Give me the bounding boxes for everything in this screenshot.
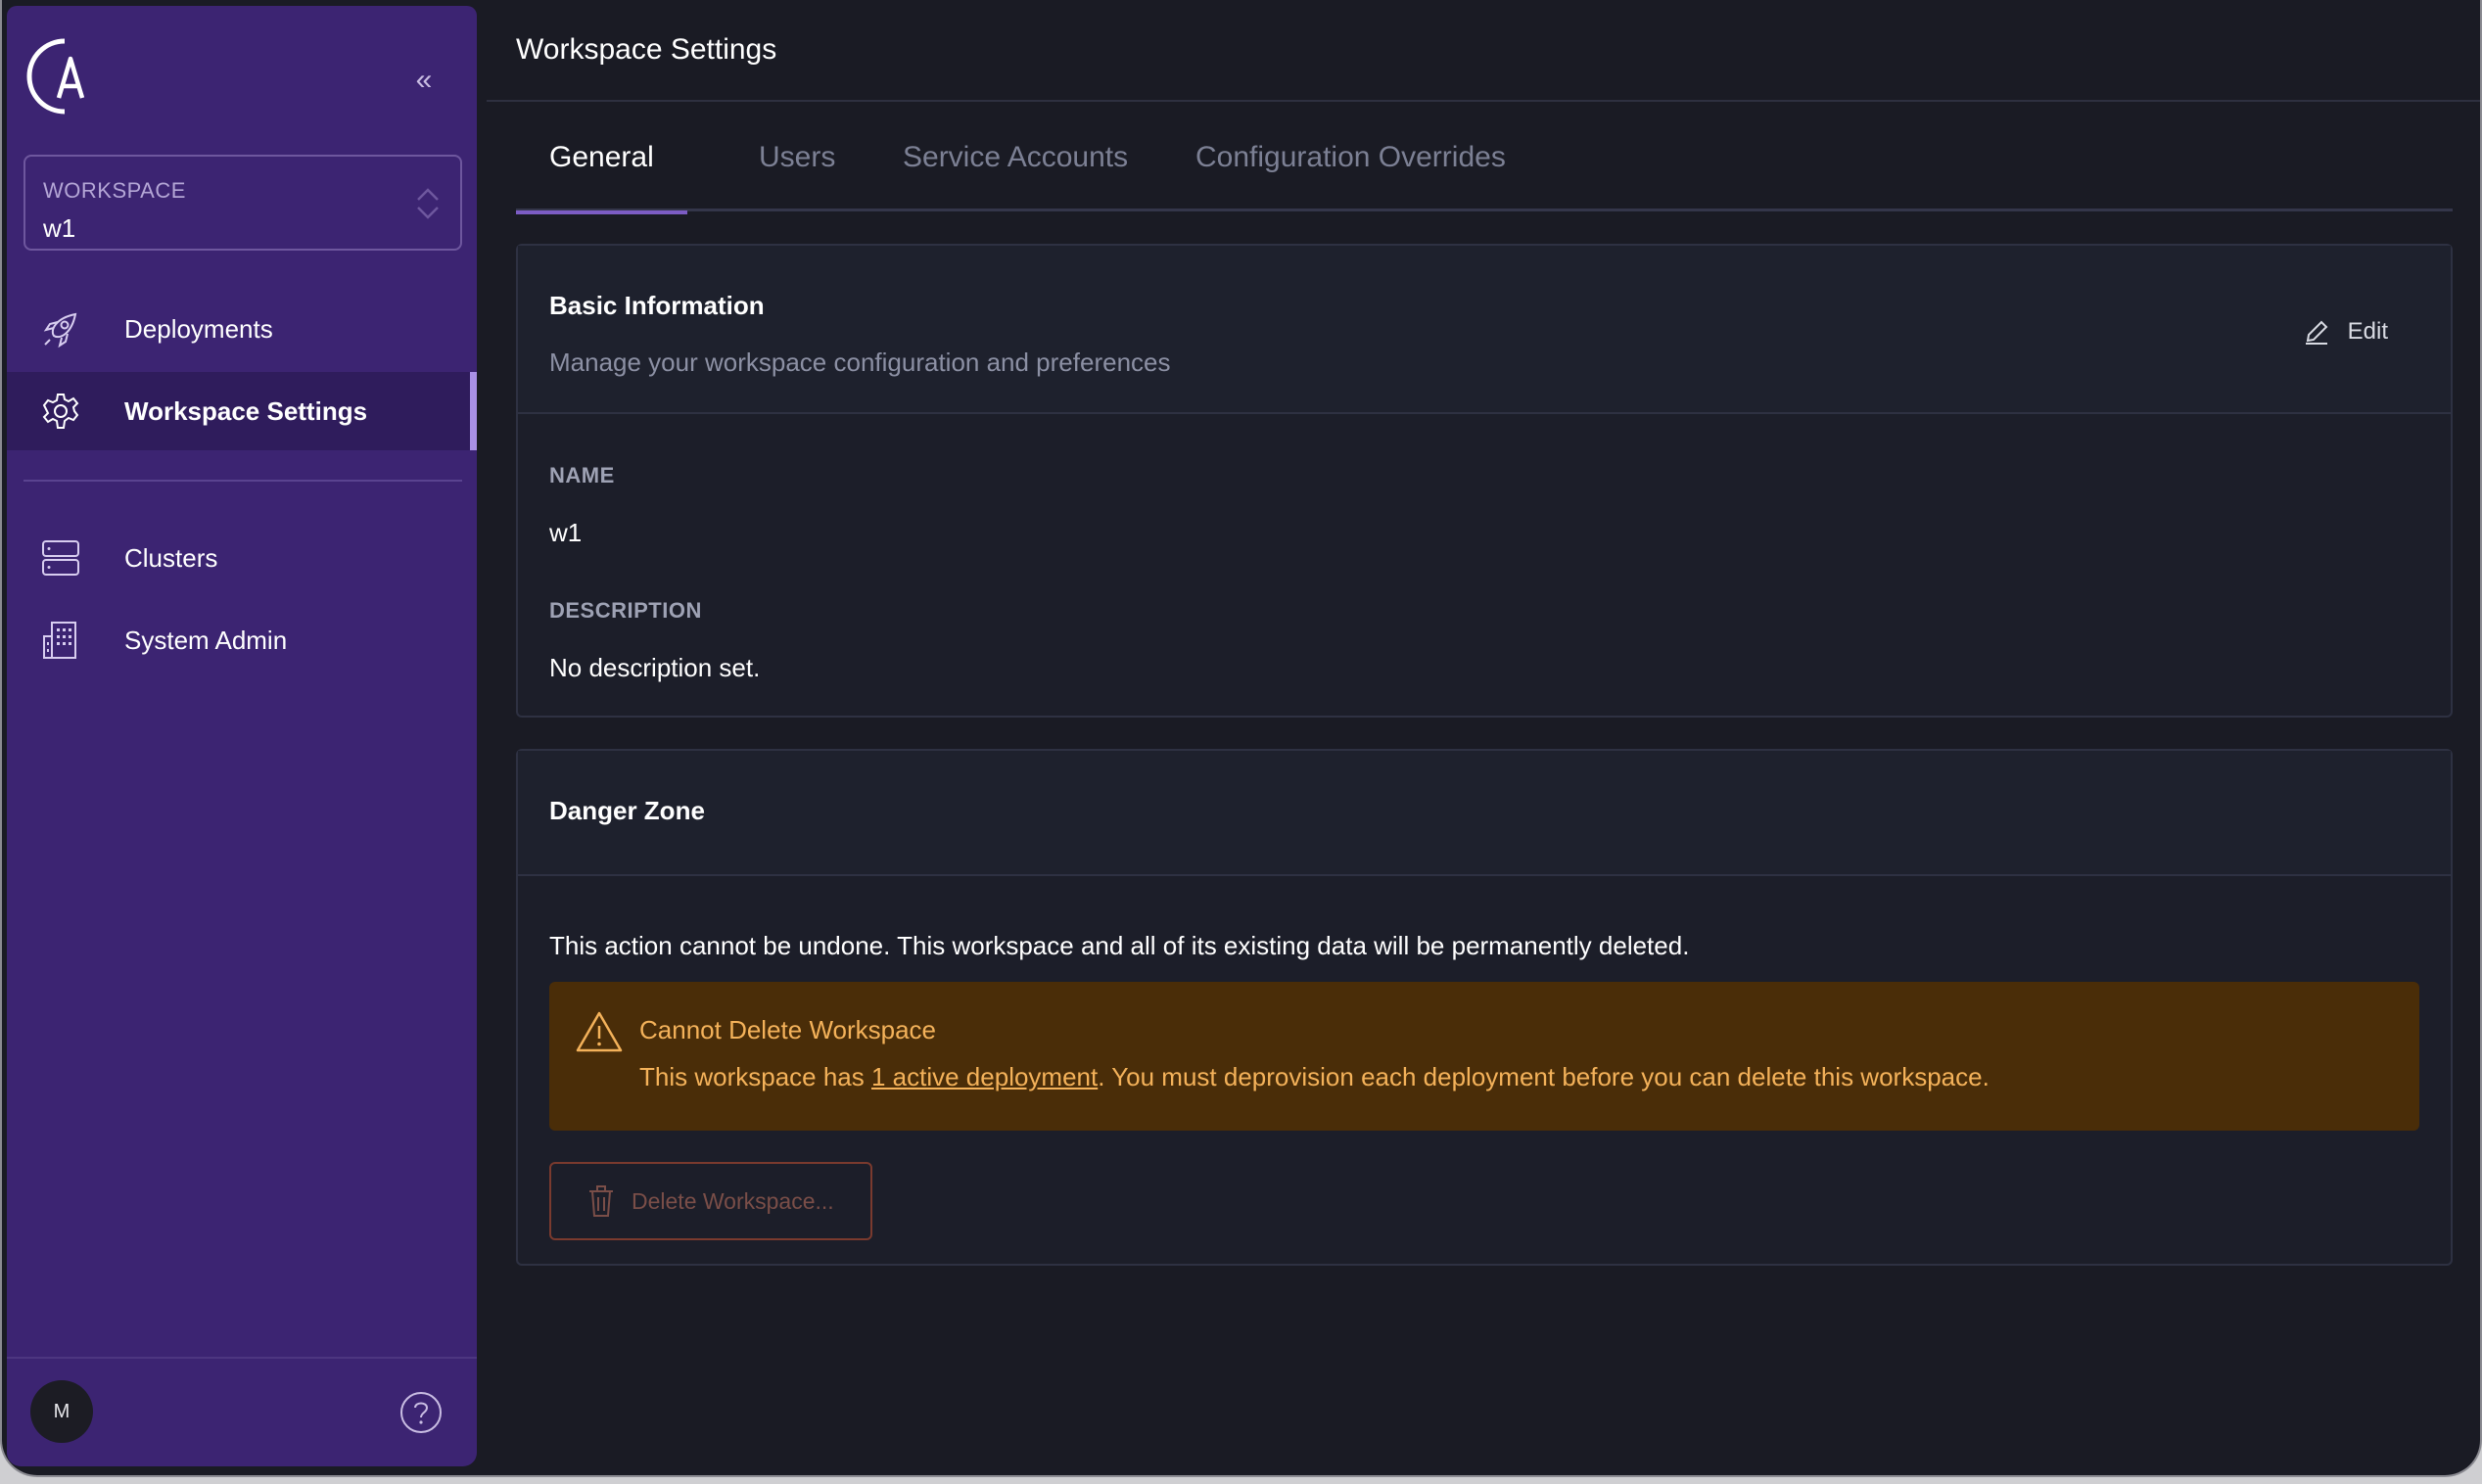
- sidebar-item-label: Clusters: [124, 542, 218, 573]
- gear-icon: [42, 394, 79, 429]
- card-header: Danger Zone: [518, 751, 2451, 876]
- help-icon[interactable]: [398, 1390, 444, 1435]
- edit-button[interactable]: Edit: [2303, 312, 2388, 351]
- tab-general[interactable]: General: [516, 137, 687, 214]
- tab-users[interactable]: Users: [759, 137, 835, 211]
- active-deployment-link[interactable]: 1 active deployment: [871, 1062, 1098, 1091]
- pencil-icon: [2305, 320, 2328, 345]
- cannot-delete-alert: Cannot Delete Workspace This workspace h…: [549, 982, 2419, 1131]
- danger-zone-card: Danger Zone This action cannot be undone…: [516, 749, 2453, 1266]
- sidebar-item-label: Deployments: [124, 313, 273, 344]
- alert-title: Cannot Delete Workspace: [639, 1015, 937, 1044]
- collapse-sidebar-icon[interactable]: «: [404, 61, 444, 100]
- tab-service-accounts[interactable]: Service Accounts: [903, 137, 1128, 211]
- basic-information-card: Basic Information Manage your workspace …: [516, 244, 2453, 718]
- edit-label: Edit: [2347, 318, 2388, 345]
- alert-prefix: This workspace has: [639, 1062, 871, 1091]
- workspace-selector[interactable]: WORKSPACE w1: [23, 155, 462, 251]
- alert-suffix: . You must deprovision each deployment b…: [1098, 1062, 1990, 1091]
- description-label: DESCRIPTION: [549, 598, 702, 623]
- name-value: w1: [549, 518, 583, 547]
- sidebar-item-deployments[interactable]: Deployments: [7, 290, 477, 368]
- sidebar-item-clusters[interactable]: Clusters: [7, 519, 477, 597]
- card-subtitle: Manage your workspace configuration and …: [549, 348, 1171, 377]
- sidebar: « WORKSPACE w1 Deployments Workspace Set…: [7, 6, 477, 1466]
- user-avatar[interactable]: M: [30, 1380, 93, 1443]
- alert-body: This workspace has 1 active deployment. …: [639, 1062, 1990, 1092]
- workspace-label: WORKSPACE: [43, 178, 186, 203]
- rocket-icon: [43, 312, 77, 348]
- app-logo-icon[interactable]: [25, 29, 94, 117]
- sidebar-item-system-admin[interactable]: System Admin: [7, 601, 477, 679]
- page-title: Workspace Settings: [516, 33, 777, 66]
- delete-workspace-button[interactable]: Delete Workspace...: [549, 1162, 872, 1240]
- card-title: Danger Zone: [549, 796, 705, 825]
- sidebar-item-workspace-settings[interactable]: Workspace Settings: [7, 372, 477, 450]
- tab-configuration-overrides[interactable]: Configuration Overrides: [1195, 137, 1506, 211]
- main-content: Workspace Settings General Users Service…: [477, 0, 2480, 1475]
- sidebar-item-label: Workspace Settings: [124, 395, 368, 426]
- card-header: Basic Information Manage your workspace …: [518, 246, 2451, 414]
- trash-icon: [589, 1185, 613, 1217]
- name-label: NAME: [549, 463, 615, 487]
- workspace-value: w1: [43, 213, 76, 243]
- sidebar-item-label: System Admin: [124, 625, 288, 655]
- server-icon: [42, 540, 79, 576]
- description-value: No description set.: [549, 653, 761, 682]
- warning-triangle-icon: [576, 1011, 623, 1052]
- settings-tabs: General Users Service Accounts Configura…: [516, 137, 2453, 214]
- sidebar-footer-divider: [7, 1357, 477, 1359]
- danger-zone-body: This action cannot be undone. This works…: [518, 876, 2451, 1264]
- sidebar-divider: [23, 480, 462, 482]
- card-title: Basic Information: [549, 291, 765, 320]
- header-divider: [487, 100, 2480, 102]
- delete-workspace-label: Delete Workspace...: [632, 1187, 834, 1214]
- app-window: « WORKSPACE w1 Deployments Workspace Set…: [0, 0, 2482, 1477]
- building-icon: [43, 622, 76, 659]
- chevron-up-down-icon: [417, 188, 439, 219]
- danger-warning-text: This action cannot be undone. This works…: [549, 931, 1690, 960]
